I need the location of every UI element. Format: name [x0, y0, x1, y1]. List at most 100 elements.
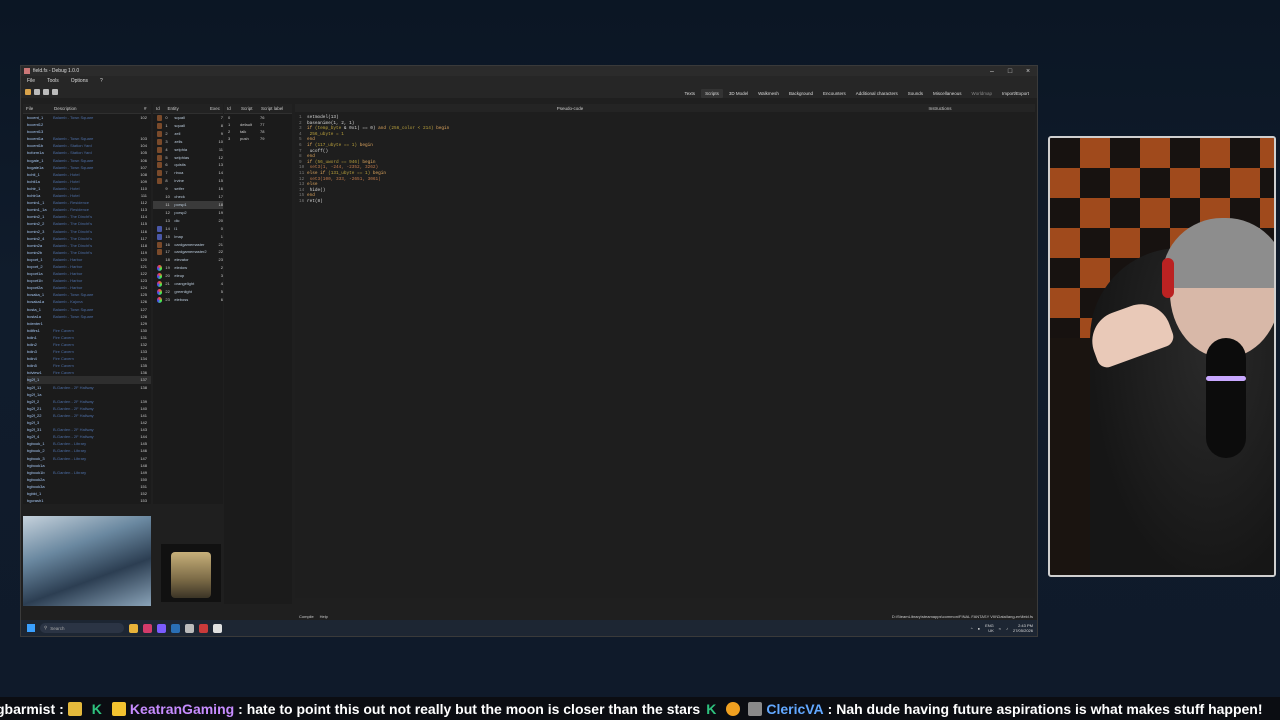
entity-row[interactable]: 15 lmap 1: [153, 233, 223, 241]
entity-row[interactable]: 9 seifer 16: [153, 185, 223, 193]
entity-row[interactable]: 21 orangelight 4: [153, 280, 223, 288]
script-row[interactable]: 2 talk 78: [224, 128, 292, 135]
entity-row[interactable]: 18 elevator 23: [153, 256, 223, 264]
file-row[interactable]: bcmin2_4 Balamb - The Dincht's 117: [27, 235, 151, 242]
file-row[interactable]: bdview1 Fire Cavern 136: [27, 369, 151, 376]
menu-file[interactable]: File: [27, 78, 35, 84]
tab-3d-model[interactable]: 3D Model: [725, 89, 752, 98]
entity-row[interactable]: 12 porsp2 19: [153, 209, 223, 217]
file-row[interactable]: bgbook_3 B-Garden - Library 147: [27, 455, 151, 462]
file-row[interactable]: bcsta1a Balamb - Town Square 128: [27, 313, 151, 320]
col-entity-name[interactable]: Entity: [167, 106, 204, 111]
entity-row[interactable]: 3 zells 10: [153, 138, 223, 146]
file-row[interactable]: bg2f_1a: [27, 391, 151, 398]
col-number[interactable]: #: [144, 106, 147, 111]
volume-icon[interactable]: ♪: [1006, 626, 1008, 631]
file-row[interactable]: bg2f_2 B-Garden - 2F Hallway 139: [27, 398, 151, 405]
file-row[interactable]: bcmin1_1a Balamb - Residence 113: [27, 206, 151, 213]
col-file[interactable]: File: [26, 106, 48, 111]
tab-background[interactable]: Background: [785, 89, 817, 98]
file-row[interactable]: bg2f_1 137: [27, 376, 151, 384]
save-icon[interactable]: [34, 89, 40, 95]
entity-row[interactable]: 23 eleboss 6: [153, 296, 223, 304]
windows-start-icon[interactable]: [27, 624, 35, 632]
network-icon[interactable]: ●: [978, 626, 980, 631]
file-row[interactable]: bchtr1a Balamb - Hotel 111: [27, 192, 151, 199]
app-icon-4[interactable]: [199, 623, 208, 633]
entity-row[interactable]: 13 dic 20: [153, 217, 223, 225]
file-row[interactable]: bcport2a Balamb - Harbor 124: [27, 284, 151, 291]
file-row[interactable]: bg2f_11 B-Garden - 2F Hallway 138: [27, 384, 151, 391]
entity-row[interactable]: 19 eledow 2: [153, 264, 223, 272]
tab-texts[interactable]: Texts: [681, 89, 700, 98]
app-icon-2[interactable]: [157, 623, 166, 633]
file-row[interactable]: bchtr_1 Balamb - Hotel 110: [27, 185, 151, 192]
file-row[interactable]: bg2f_3 142: [27, 419, 151, 426]
file-row[interactable]: bg2f_22 B-Garden - 2F Hallway 141: [27, 412, 151, 419]
entity-row[interactable]: 16 cardgamemaster 21: [153, 241, 223, 249]
col-description[interactable]: Description: [54, 106, 138, 111]
tab-miscellaneous[interactable]: Miscellaneous: [929, 89, 966, 98]
script-row[interactable]: 0 76: [224, 114, 292, 121]
entity-row[interactable]: 6 quistis 13: [153, 161, 223, 169]
file-row[interactable]: bcmin2_1 Balamb - The Dincht's 114: [27, 213, 151, 220]
col-script-label[interactable]: Script label: [261, 106, 283, 111]
file-row[interactable]: bdin5 Fire Cavern 135: [27, 362, 151, 369]
entity-row[interactable]: 8 irvine 15: [153, 177, 223, 185]
file-row[interactable]: bdin3 Fire Cavern 133: [27, 348, 151, 355]
file-row[interactable]: bcform1a Balamb - Station Yard 105: [27, 149, 151, 156]
file-row[interactable]: bgbook2a 150: [27, 476, 151, 483]
pseudo-code-editor[interactable]: 1 setmodel(13) 2 baseanime(1, 2, 1) 3 if (tem…: [295, 112, 1035, 208]
file-row[interactable]: bgbkt_1 152: [27, 490, 151, 497]
chevron-up-icon[interactable]: ^: [971, 626, 973, 631]
save-all-icon[interactable]: [43, 89, 49, 95]
tab-sounds[interactable]: Sounds: [904, 89, 927, 98]
file-row[interactable]: bcsaka1a Balamb - Kajona 126: [27, 298, 151, 305]
col-script-id[interactable]: Id: [227, 106, 235, 111]
script-row[interactable]: 3 push 79: [224, 135, 292, 142]
entity-row[interactable]: 2 zell 9: [153, 130, 223, 138]
help-button[interactable]: Help: [320, 614, 328, 619]
file-row[interactable]: bcmin2_2 Balamb - The Dincht's 115: [27, 220, 151, 227]
file-row[interactable]: bdenter1 129: [27, 320, 151, 327]
language-indicator[interactable]: ENG UK: [985, 623, 994, 633]
entity-row[interactable]: 5 selphias 12: [153, 154, 223, 162]
file-row[interactable]: bchtl1a Balamb - Hotel 109: [27, 178, 151, 185]
entity-row[interactable]: 20 eleup 3: [153, 272, 223, 280]
minimize-button[interactable]: –: [983, 68, 1001, 75]
file-row[interactable]: bcsta_1 Balamb - Town Square 127: [27, 306, 151, 313]
tab-encounters[interactable]: Encounters: [819, 89, 850, 98]
file-row[interactable]: bgbook3a 151: [27, 483, 151, 490]
open-folder-icon[interactable]: [25, 89, 31, 95]
file-row[interactable]: bccent1b Balamb - Station Yard 104: [27, 142, 151, 149]
steam-icon[interactable]: [171, 623, 180, 633]
entity-row[interactable]: 17 cardgamemaster2 22: [153, 248, 223, 256]
file-row[interactable]: bcport1a Balamb - Harbor 122: [27, 270, 151, 277]
maximize-button[interactable]: □: [1001, 68, 1019, 75]
menu-options[interactable]: Options: [71, 78, 88, 84]
entity-row[interactable]: 10 check 17: [153, 193, 223, 201]
file-row[interactable]: bccent13: [27, 128, 151, 135]
file-row[interactable]: bgbook1a 148: [27, 462, 151, 469]
app-icon-1[interactable]: [143, 623, 152, 633]
file-row[interactable]: bcgate1a Balamb - Town Square 107: [27, 164, 151, 171]
file-row[interactable]: bgcrash1 153: [27, 497, 151, 504]
tab-worldmap[interactable]: Worldmap: [968, 89, 996, 98]
file-row[interactable]: bcmin1_1 Balamb - Residence 112: [27, 199, 151, 206]
close-button[interactable]: ×: [1019, 68, 1037, 75]
file-row[interactable]: bcmin2a Balamb - The Dincht's 118: [27, 242, 151, 249]
col-entity-exec[interactable]: Exec: [210, 106, 220, 111]
file-row[interactable]: bccent1a Balamb - Town Square 103: [27, 135, 151, 142]
tab-scripts[interactable]: Scripts: [701, 89, 723, 98]
file-row[interactable]: bdin1 Fire Cavern 131: [27, 334, 151, 341]
col-script-name[interactable]: Script: [241, 106, 255, 111]
file-row[interactable]: bdin4 Fire Cavern 134: [27, 355, 151, 362]
menu-help[interactable]: ?: [100, 78, 103, 84]
taskbar-search[interactable]: ⚲ Search: [40, 623, 124, 633]
entity-row[interactable]: 14 l1 0: [153, 225, 223, 233]
entity-row[interactable]: 4 selphia 11: [153, 146, 223, 154]
file-row[interactable]: bcport_2 Balamb - Harbor 121: [27, 263, 151, 270]
file-row[interactable]: bgbook1b B-Garden - Library 149: [27, 469, 151, 476]
file-row[interactable]: bcsaka_1 Balamb - Town Square 125: [27, 291, 151, 298]
file-explorer-icon[interactable]: [129, 623, 138, 633]
